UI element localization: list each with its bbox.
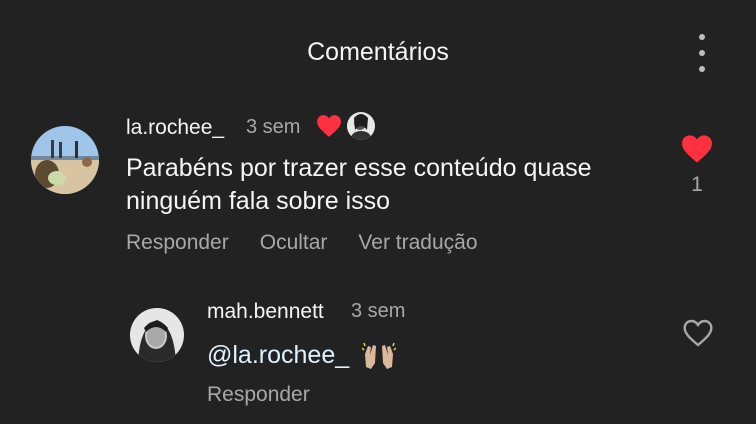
raising-hands-emoji-icon — [362, 343, 397, 370]
avatar[interactable] — [31, 126, 99, 194]
comment-text-line: ninguém fala sobre isso — [126, 187, 391, 215]
like-heart-icon[interactable] — [680, 134, 714, 164]
heart-outline-icon[interactable] — [682, 318, 714, 348]
more-options-button[interactable] — [690, 34, 714, 72]
more-dot — [699, 66, 705, 72]
more-dot — [699, 50, 705, 56]
more-dot — [699, 34, 705, 40]
comment-username[interactable]: la.rochee_ — [126, 116, 224, 140]
comment-text: @la.rochee_ — [207, 339, 397, 372]
reply-button[interactable]: Responder — [207, 383, 310, 407]
liked-by-author-heart-icon — [317, 115, 341, 137]
comment-timestamp: 3 sem — [246, 116, 301, 138]
comment-actions: Responder — [207, 383, 341, 407]
comment-timestamp: 3 sem — [351, 300, 406, 322]
mention-link[interactable]: @la.rochee_ — [207, 341, 349, 369]
comment-text: Parabéns por trazer esse conteúdo quase … — [126, 152, 686, 218]
page-title: Comentários — [307, 38, 449, 66]
comment-actions: Responder Ocultar Ver tradução — [126, 231, 509, 255]
avatar[interactable] — [130, 308, 184, 362]
reply-button[interactable]: Responder — [126, 231, 229, 255]
hide-button[interactable]: Ocultar — [260, 231, 328, 255]
translate-button[interactable]: Ver tradução — [358, 231, 477, 255]
like-count[interactable]: 1 — [684, 173, 710, 197]
author-avatar-icon — [347, 112, 375, 140]
comment-text-line: Parabéns por trazer esse conteúdo quase — [126, 154, 592, 182]
comment-username[interactable]: mah.bennett — [207, 300, 324, 324]
